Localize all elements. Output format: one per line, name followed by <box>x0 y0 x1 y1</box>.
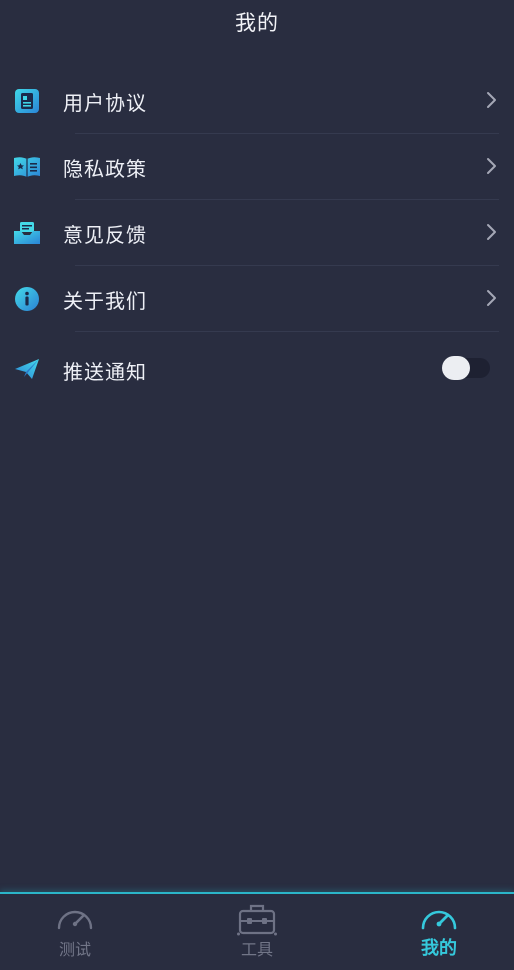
speedometer-icon <box>55 902 95 936</box>
header: 我的 <box>0 0 514 44</box>
paper-plane-icon <box>13 356 41 382</box>
tab-mine[interactable]: 我的 <box>379 894 499 970</box>
toolbox-icon <box>237 902 277 936</box>
menu-item-label: 意见反馈 <box>63 223 147 247</box>
menu-item-feedback[interactable]: 意见反馈 <box>0 200 514 266</box>
menu-item-user-agreement[interactable]: 用户协议 <box>0 68 514 134</box>
tab-tools[interactable]: 工具 <box>197 894 317 970</box>
settings-screen: 我的 用户协议 隐私政策 意见反馈 关于我们 推送通知 测试 工具 我的 <box>0 0 514 970</box>
document-icon <box>13 88 41 114</box>
menu-item-push-notifications: 推送通知 <box>0 332 514 408</box>
open-book-icon <box>13 154 41 180</box>
menu-item-privacy-policy[interactable]: 隐私政策 <box>0 134 514 200</box>
inbox-icon <box>13 220 41 246</box>
push-notifications-toggle[interactable] <box>442 356 490 380</box>
toggle-knob <box>442 356 470 380</box>
chevron-right-icon <box>486 156 498 176</box>
chevron-right-icon <box>486 90 498 110</box>
tab-label: 我的 <box>421 938 457 959</box>
bottom-tab-bar: 测试 工具 我的 <box>0 892 514 970</box>
settings-menu: 用户协议 隐私政策 意见反馈 关于我们 推送通知 <box>0 68 514 408</box>
menu-item-label: 关于我们 <box>63 289 147 313</box>
menu-item-label: 隐私政策 <box>63 157 147 181</box>
chevron-right-icon <box>486 288 498 308</box>
page-title: 我的 <box>235 11 279 35</box>
tab-test[interactable]: 测试 <box>15 894 135 970</box>
menu-item-about-us[interactable]: 关于我们 <box>0 266 514 332</box>
info-icon <box>13 286 41 312</box>
tab-label: 测试 <box>58 940 91 959</box>
menu-item-label: 用户协议 <box>63 91 147 115</box>
menu-item-label: 推送通知 <box>63 360 147 384</box>
chevron-right-icon <box>486 222 498 242</box>
speedometer-active-icon <box>419 902 459 936</box>
tab-label: 工具 <box>240 940 273 959</box>
